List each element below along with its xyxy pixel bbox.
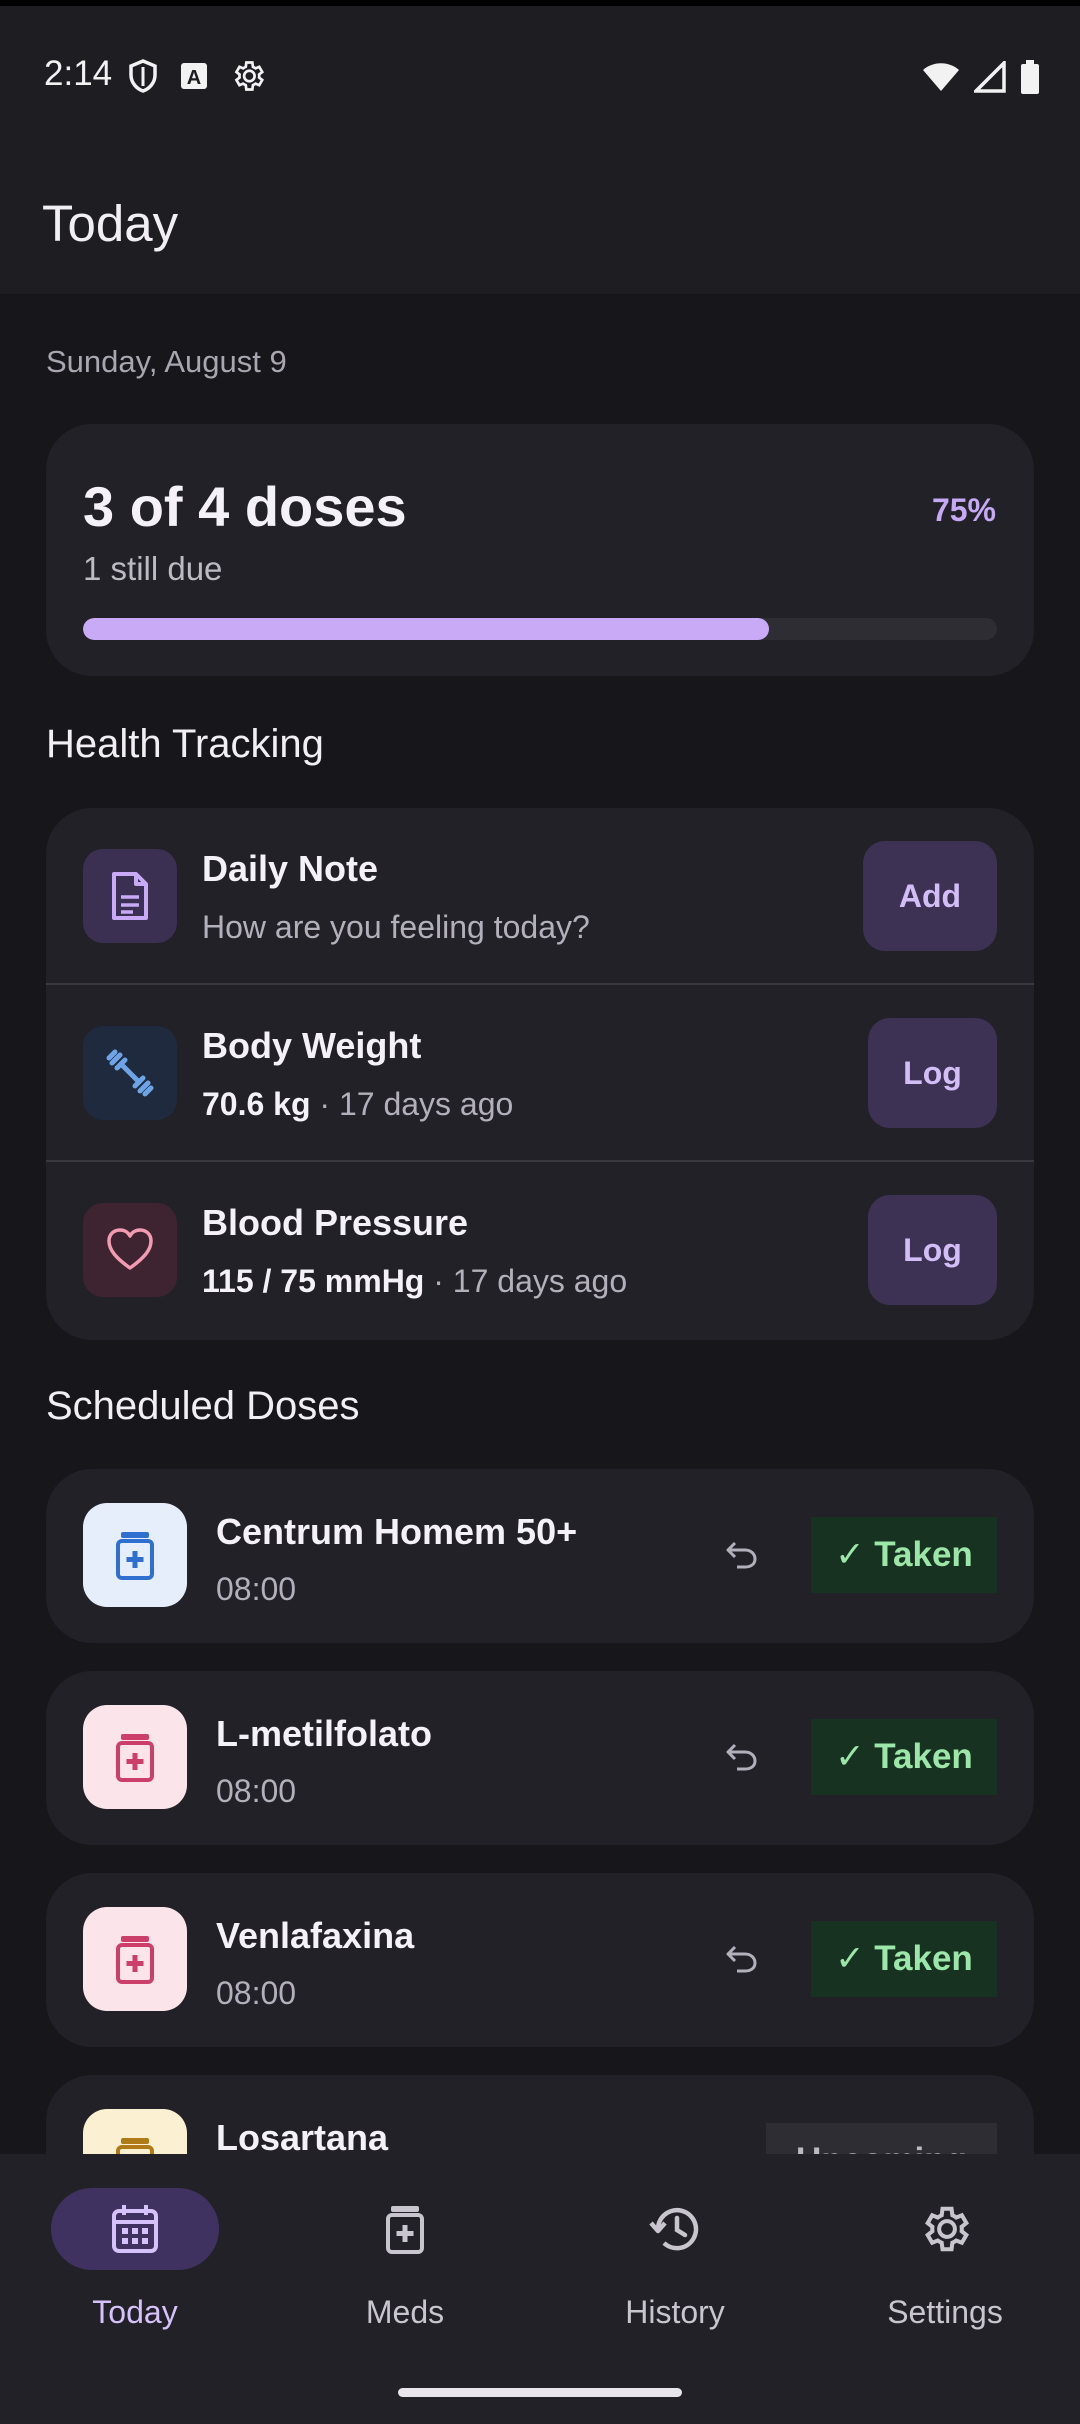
note-icon [83,849,177,943]
dose-time: 08:00 [216,1773,297,1809]
nav-item-history[interactable]: History [540,2188,810,2338]
summary-percent: 75% [931,492,996,528]
gear-icon [230,58,266,99]
blood-pressure-value: 115 / 75 mmHg [202,1263,425,1299]
calendar-icon [51,2188,219,2270]
signal-icon [971,58,1006,98]
nav-label-today: Today [92,2294,178,2330]
dose-name: Centrum Homem 50+ [216,1511,578,1552]
body-weight-title: Body Weight [202,1025,422,1066]
dose-name: L-metilfolato [216,1713,432,1754]
undo-icon[interactable] [722,1939,762,1979]
dumbbell-icon [83,1026,177,1120]
daily-note-subtitle: How are you feeling today? [202,909,590,945]
page-title: Today [42,195,179,252]
log-weight-button[interactable]: Log [868,1018,997,1128]
dose-time: 08:00 [216,1571,297,1607]
shield-icon [128,59,158,98]
status-time: 2:14 [44,54,113,93]
daily-note-title: Daily Note [202,848,379,889]
body-weight-value: 70.6 kg [202,1086,311,1122]
pill-bottle-icon [83,1705,187,1809]
health-tracking-card: Daily Note How are you feeling today? Ad… [46,808,1034,1340]
nav-label-settings: Settings [887,2294,1003,2330]
nav-label-meds: Meds [365,2294,445,2330]
app-bar: Today [0,130,1080,294]
health-tracking-title: Health Tracking [46,722,324,766]
dose-summary-card: 3 of 4 doses 75% 1 still due [46,424,1034,676]
nav-item-meds[interactable]: Meds [270,2188,540,2338]
nav-item-today[interactable]: Today [0,2188,270,2338]
taken-badge[interactable]: ✓ Taken [811,1517,997,1593]
history-icon [591,2188,759,2270]
battery-icon [1020,60,1040,99]
pill-bottle-icon [321,2188,489,2270]
nav-label-history: History [625,2294,725,2330]
blood-pressure-title: Blood Pressure [202,1202,469,1243]
daily-note-row[interactable]: Daily Note How are you feeling today? Ad… [46,808,1034,985]
body-weight-row[interactable]: Body Weight 70.6 kg · 17 days ago Log [46,985,1034,1162]
home-indicator[interactable] [398,2388,682,2397]
progress-fill [83,618,769,640]
dose-name: Venlafaxina [216,1915,415,1956]
blood-pressure-row[interactable]: Blood Pressure 115 / 75 mmHg · 17 days a… [46,1162,1034,1339]
settings-icon [861,2188,1029,2270]
add-note-button[interactable]: Add [863,841,997,951]
wifi-icon [922,62,960,97]
dose-card-venlafaxina[interactable]: Venlafaxina 08:00 ✓ Taken [46,1873,1034,2047]
dose-progress-bar [83,618,997,640]
taken-badge[interactable]: ✓ Taken [811,1719,997,1795]
log-blood-pressure-button[interactable]: Log [868,1195,997,1305]
summary-title: 3 of 4 doses [83,475,407,538]
pill-bottle-icon [83,1907,187,2011]
undo-icon[interactable] [722,1535,762,1575]
body-weight-ago: · 17 days ago [310,1086,514,1122]
dose-card-centrum[interactable]: Centrum Homem 50+ 08:00 ✓ Taken [46,1469,1034,1643]
dose-name: Losartana [216,2117,389,2158]
dose-card-l-metilfolato[interactable]: L-metilfolato 08:00 ✓ Taken [46,1671,1034,1845]
dose-time: 08:00 [216,1975,297,2011]
heart-icon [83,1203,177,1297]
font-icon: A [180,62,208,95]
status-bar: 2:14 A [0,0,1080,130]
summary-subtitle: 1 still due [83,550,223,587]
undo-icon[interactable] [722,1737,762,1777]
date-label: Sunday, August 9 [46,344,287,379]
nav-item-settings[interactable]: Settings [810,2188,1080,2338]
blood-pressure-ago: · 17 days ago [424,1263,628,1299]
pill-bottle-icon [83,1503,187,1607]
bottom-navigation: Today Meds History Settings [0,2154,1080,2424]
svg-text:A: A [187,67,201,89]
taken-badge[interactable]: ✓ Taken [811,1921,997,1997]
scheduled-doses-title: Scheduled Doses [46,1384,360,1428]
